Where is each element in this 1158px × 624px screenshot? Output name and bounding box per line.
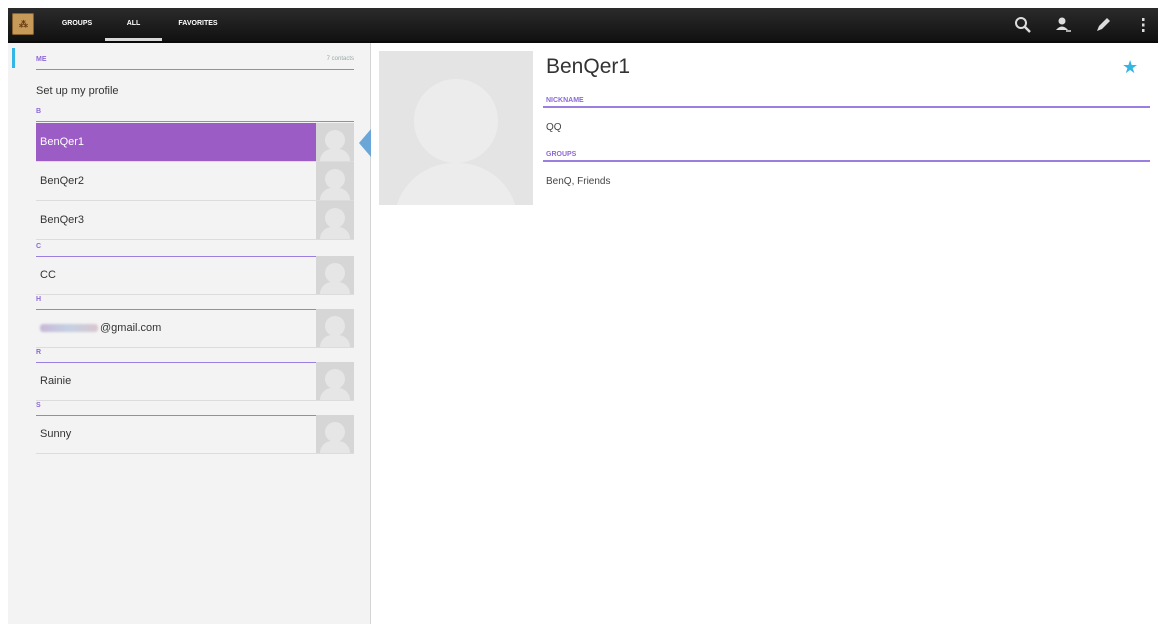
section-header-b: B — [36, 105, 354, 122]
contact-list[interactable]: ME 7 contacts Set up my profile B BenQer… — [8, 43, 371, 624]
contact-name: BenQer1 — [40, 136, 85, 148]
contact-name: Rainie — [40, 375, 72, 387]
contact-item-benqer2[interactable]: BenQer2 — [36, 162, 354, 201]
contact-item-gmail[interactable]: @gmail.com — [36, 309, 354, 348]
tab-all[interactable]: ALL — [105, 8, 162, 41]
star-icon[interactable]: ★ — [1122, 57, 1138, 78]
section-header-c: C — [36, 240, 354, 257]
groups-label: GROUPS — [543, 149, 1150, 162]
section-header-me: ME 7 contacts — [36, 53, 354, 70]
contact-name: CC — [40, 269, 56, 281]
section-header-s: S — [36, 399, 354, 416]
search-icon[interactable] — [1013, 15, 1033, 35]
edit-icon[interactable] — [1093, 15, 1113, 35]
groups-value[interactable]: BenQ, Friends — [546, 176, 610, 187]
contact-photo-large[interactable] — [379, 51, 533, 205]
contacts-app-icon[interactable]: ⁂ — [12, 13, 34, 35]
fast-scroll-thumb[interactable] — [12, 48, 15, 68]
contact-item-benqer1[interactable]: BenQer1 — [36, 123, 354, 162]
contact-photo — [316, 415, 354, 453]
contact-item-rainie[interactable]: Rainie — [36, 362, 354, 401]
section-header-r: R — [36, 346, 354, 363]
tab-favorites[interactable]: FAVORITES — [166, 8, 230, 41]
contact-detail: BenQer1 ★ NICKNAME QQ GROUPS BenQ, Frien… — [371, 43, 1158, 624]
contact-name: @gmail.com — [100, 322, 162, 334]
selection-indicator — [359, 129, 371, 157]
nickname-label: NICKNAME — [543, 95, 1150, 108]
contact-display-name: BenQer1 — [546, 55, 631, 78]
contact-photo — [316, 123, 354, 161]
contact-item-cc[interactable]: CC — [36, 256, 354, 295]
redacted-text — [40, 324, 98, 333]
contact-name: BenQer2 — [40, 175, 85, 187]
contact-item-sunny[interactable]: Sunny — [36, 415, 354, 454]
action-bar: ⁂ GROUPS ALL FAVORITES — [8, 8, 1158, 43]
contact-photo — [316, 162, 354, 200]
contact-photo — [316, 201, 354, 239]
overflow-menu-icon[interactable] — [1133, 15, 1153, 35]
contact-item-benqer3[interactable]: BenQer3 — [36, 201, 354, 240]
contact-name: Sunny — [40, 428, 72, 440]
contact-photo — [316, 256, 354, 294]
contacts-app: ⁂ GROUPS ALL FAVORITES ME 7 contacts Set… — [8, 8, 1158, 624]
section-header-h: H — [36, 293, 354, 310]
contact-photo — [316, 309, 354, 347]
nickname-value[interactable]: QQ — [546, 122, 562, 133]
tab-groups[interactable]: GROUPS — [48, 8, 106, 41]
contact-photo — [316, 362, 354, 400]
contact-count: 7 contacts — [326, 56, 354, 62]
add-contact-icon[interactable] — [1053, 15, 1073, 35]
contact-name: BenQer3 — [40, 214, 85, 226]
